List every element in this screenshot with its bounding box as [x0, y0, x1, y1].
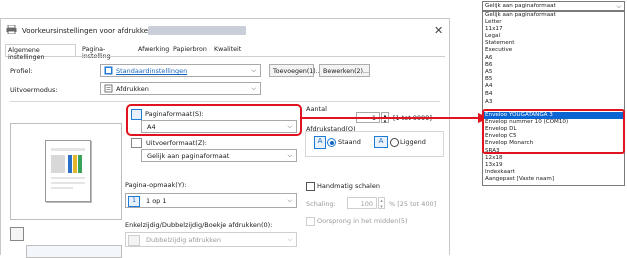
duplex-select[interactable]: Dubbelzijdig afdrukken ⌵ [125, 232, 297, 247]
chevron-down-icon: ⌵ [287, 152, 292, 159]
scale-stepper[interactable]: ▴ ▾ [378, 197, 385, 210]
output-size-icon [131, 138, 142, 148]
profile-icon [104, 66, 113, 75]
list-item[interactable]: B5 [485, 76, 492, 83]
list-item[interactable]: Statement [485, 40, 514, 47]
page-layout-label: Pagina-opmaak(Y): [125, 181, 187, 189]
page-layout-value: 1 op 1 [146, 197, 167, 205]
tab-page-setup[interactable]: Pagina-instelling [82, 44, 111, 60]
list-item[interactable]: 13x19 [485, 162, 503, 169]
portrait-radio[interactable] [327, 138, 336, 147]
edit-profile-button[interactable]: Bewerken(2)... [319, 64, 370, 77]
duplex-icon [128, 235, 140, 246]
chevron-down-icon: ⌵ [251, 67, 256, 74]
list-item[interactable]: A4 [485, 83, 492, 90]
layout-1up-icon: 1 [128, 196, 140, 207]
output-size-label: Uitvoerformaat(Z): [146, 139, 207, 147]
add-profile-button[interactable]: Toevoegen(1)... [269, 64, 322, 77]
tab-general-settings[interactable]: Algemene instellingen [5, 44, 76, 61]
center-origin-checkbox[interactable] [306, 217, 315, 226]
scale-label: Schaling: [306, 200, 336, 208]
list-item[interactable]: Letter [485, 19, 502, 26]
landscape-radio[interactable] [390, 138, 399, 147]
output-mode-value: Afdrukken [116, 85, 149, 93]
tab-quality[interactable]: Kwaliteit [214, 44, 241, 56]
chevron-down-icon: ⌵ [287, 236, 292, 243]
manual-scale-checkbox[interactable] [306, 182, 315, 191]
landscape-icon: A [374, 136, 388, 148]
page-size-highlight [126, 104, 302, 136]
list-item[interactable]: A6 [485, 55, 492, 62]
profile-select[interactable]: Standaardinstellingen ⌵ [100, 64, 261, 77]
list-item[interactable]: Indexkaart [485, 169, 515, 176]
output-mode-label: Uitvoermodus: [10, 86, 58, 94]
list-item[interactable]: B6 [485, 62, 492, 69]
title-bar: Voorkeursinstellingen voor afdrukken voo… [1, 19, 449, 41]
copies-stack-icon [10, 227, 24, 241]
tab-divider [5, 56, 445, 57]
output-size-dropdown-list: Gelijk aan paginaformaat Letter 11x17 Le… [482, 11, 625, 186]
portrait-label: Staand [338, 138, 361, 146]
page-preview [10, 123, 122, 220]
landscape-label: Liggend [400, 138, 426, 146]
output-mode-select[interactable]: Afdrukken ⌵ [100, 82, 261, 95]
output-size-value: Gelijk aan paginaformaat [147, 152, 230, 160]
chevron-down-icon: ⌵ [251, 85, 256, 92]
chevron-down-icon: ⌵ [287, 197, 292, 204]
callout-arrow [300, 113, 489, 123]
list-item[interactable]: B4 [485, 91, 492, 98]
tab-paper-source[interactable]: Papierbron [173, 44, 207, 56]
envelope-items-highlight [482, 109, 625, 154]
duplex-label: Enkelzijdig/Dubbelzijdig/Boekje afdrukke… [125, 221, 273, 229]
chevron-down-icon: ⌵ [616, 3, 621, 10]
portrait-icon: A [314, 136, 326, 149]
section-divider [10, 101, 440, 102]
list-item[interactable]: Legal [485, 33, 500, 40]
print-preferences-dialog: Voorkeursinstellingen voor afdrukken voo… [0, 18, 450, 258]
tab-finishing[interactable]: Afwerking [138, 44, 169, 56]
list-item[interactable]: 12x18 [485, 155, 503, 162]
center-origin-label: Oorsprong in het midden(5) [317, 217, 408, 225]
list-item[interactable]: Executive [485, 47, 512, 54]
scale-range: % [25 tot 400] [389, 200, 437, 208]
duplex-value: Dubbelzijdig afdrukken [146, 236, 221, 244]
list-item[interactable]: Aangepast [Vaste naam] [485, 176, 554, 183]
list-item[interactable]: A3 [485, 99, 492, 106]
printer-name-redacted [148, 26, 246, 35]
list-item[interactable]: 11x17 [485, 26, 503, 33]
output-size-select[interactable]: Gelijk aan paginaformaat ⌵ [141, 149, 297, 162]
preview-page [45, 140, 91, 202]
print-mode-icon [104, 84, 113, 93]
preview-toolbar [26, 245, 122, 258]
scale-input[interactable]: 100 [347, 197, 377, 209]
list-item[interactable]: A5 [485, 69, 492, 76]
printer-icon [6, 25, 17, 34]
page-layout-select[interactable]: 1 1 op 1 ⌵ [125, 193, 297, 208]
list-item[interactable]: Gelijk aan paginaformaat [485, 12, 556, 19]
close-icon[interactable]: ✕ [434, 24, 443, 37]
manual-scale-label: Handmatig schalen [317, 182, 380, 190]
output-size-dropdown-header[interactable]: Gelijk aan paginaformaat ⌵ [482, 1, 625, 11]
profile-value: Standaardinstellingen [116, 67, 188, 75]
profile-label: Profiel: [10, 67, 33, 75]
